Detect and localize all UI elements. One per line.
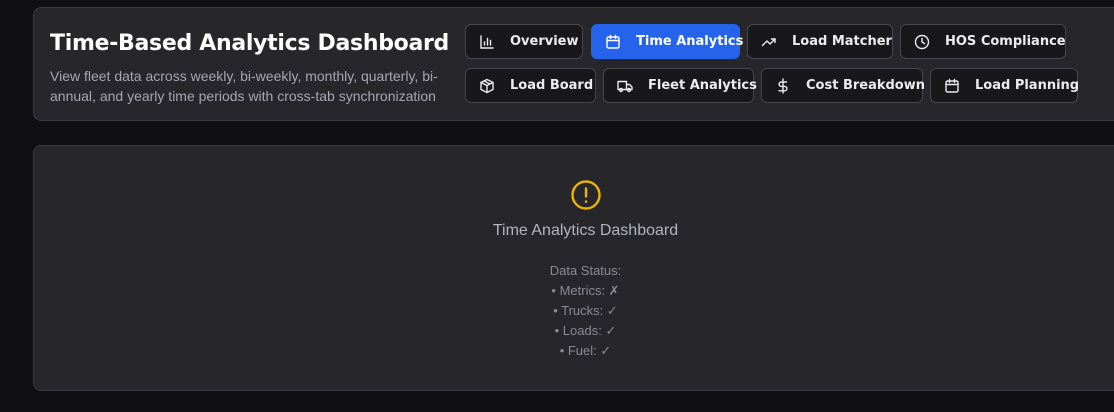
status-metrics: • Metrics: ✗ xyxy=(551,283,620,298)
tab-fleet-analytics[interactable]: Fleet Analytics xyxy=(603,68,757,103)
dollar-sign-icon xyxy=(778,77,788,94)
page-title: Time-Based Analytics Dashboard xyxy=(50,31,449,56)
tab-cost-breakdown-label: Cost Breakdown xyxy=(806,78,926,93)
time-analytics-panel: Time Analytics Dashboard Data Status: • … xyxy=(33,145,1114,391)
tab-time-analytics-label: Time Analytics xyxy=(636,34,744,49)
panel-title: Time Analytics Dashboard xyxy=(492,222,679,239)
calendar-icon xyxy=(606,34,620,49)
package-icon xyxy=(480,78,494,93)
tab-load-board-label: Load Board xyxy=(510,78,594,93)
alert-circle-icon xyxy=(571,180,601,210)
tab-load-board[interactable]: Load Board xyxy=(465,68,596,103)
calendar-icon xyxy=(945,78,959,93)
tab-cost-breakdown[interactable]: Cost Breakdown xyxy=(761,68,926,103)
tab-load-planning[interactable]: Load Planning xyxy=(930,68,1080,103)
data-status-list: Data Status: • Metrics: ✗ • Trucks: ✓ • … xyxy=(34,261,1114,361)
data-status-heading: Data Status: xyxy=(549,263,622,278)
trending-up-icon xyxy=(761,37,776,46)
status-fuel: • Fuel: ✓ xyxy=(559,343,612,358)
tab-load-planning-label: Load Planning xyxy=(975,78,1080,93)
tab-load-matcher-label: Load Matcher xyxy=(792,34,892,49)
tab-hos-compliance[interactable]: HOS Compliance xyxy=(900,24,1066,59)
tab-time-analytics[interactable]: Time Analytics xyxy=(591,24,744,59)
bar-chart-icon xyxy=(480,34,494,49)
tab-overview[interactable]: Overview xyxy=(465,24,583,59)
tab-overview-label: Overview xyxy=(510,34,579,49)
status-loads: • Loads: ✓ xyxy=(554,323,617,338)
tab-fleet-analytics-label: Fleet Analytics xyxy=(648,78,757,93)
page-subtitle: View fleet data across weekly, bi-weekly… xyxy=(50,68,438,104)
status-trucks: • Trucks: ✓ xyxy=(553,303,618,318)
tab-load-matcher[interactable]: Load Matcher xyxy=(747,24,893,59)
dashboard-header: Time-Based Analytics Dashboard View flee… xyxy=(33,7,1114,121)
clock-icon xyxy=(914,34,930,49)
truck-icon xyxy=(617,80,633,92)
tab-hos-compliance-label: HOS Compliance xyxy=(945,34,1066,49)
